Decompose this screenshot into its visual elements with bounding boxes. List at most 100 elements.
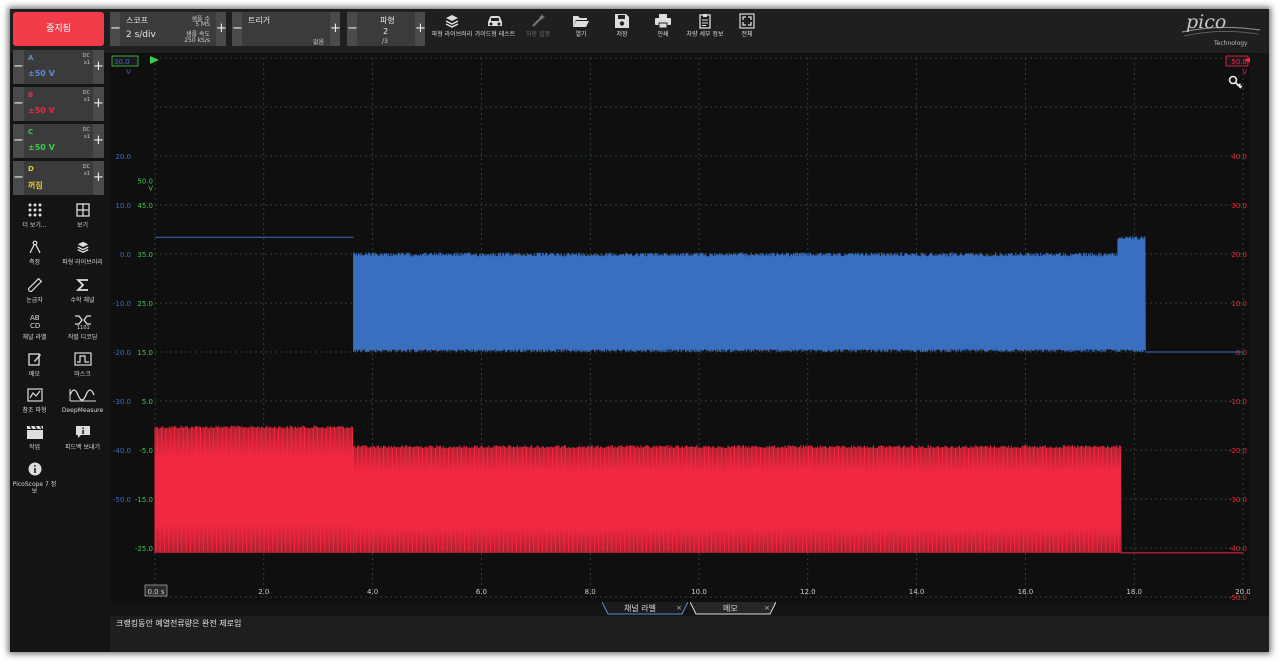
more-grid-icon <box>28 203 41 217</box>
left-axis-tick-c: 5.0 <box>142 398 153 406</box>
x-tick-label: 2.0 <box>258 588 269 596</box>
waveform-title: 파형 <box>380 16 395 25</box>
waveform-chart[interactable]: 0.0 s 2.0 4.0 6.0 8.0 10.0 12.0 14.0 16.0 18.0 20.… <box>110 53 1253 603</box>
channel-d-label[interactable]: D <box>28 165 34 173</box>
channel-d-range-decrease-button[interactable]: − <box>13 161 24 195</box>
reference-waveform-label: 참조 파형 <box>22 407 47 414</box>
timebase-increase-button[interactable]: + <box>216 12 227 46</box>
vehicle-details-button[interactable]: 차량 세부 정보 <box>683 12 727 50</box>
tab-memo-close-icon[interactable]: × <box>764 602 770 615</box>
channel-a-coupling[interactable]: DC x1 <box>83 53 90 67</box>
feedback-icon <box>75 426 90 438</box>
right-axis-top-label: 50.0 <box>1231 58 1247 66</box>
info-icon <box>28 462 41 476</box>
channel-a-coupling-value: DC <box>82 53 90 59</box>
ruler-label: 눈금자 <box>26 297 43 304</box>
vehicle-details-icon <box>699 14 711 29</box>
channel-b-coupling[interactable]: DC x1 <box>83 90 90 104</box>
waveform-library-icon <box>76 241 89 253</box>
about-button[interactable]: PicoScope 7 정보 <box>12 461 57 495</box>
top-toolbar: 중지됨 − 스코프 2 s/div 샘플 수 5 MS 샘플 속도 250 kS… <box>10 9 1269 53</box>
channel-d-range[interactable]: 꺼짐 <box>28 180 43 191</box>
channel-b-range[interactable]: ±50 V <box>28 106 55 115</box>
more-tools-button[interactable]: 더 보기... <box>12 202 57 229</box>
stop-button[interactable]: 중지됨 <box>13 12 104 46</box>
channel-c-label[interactable]: C <box>28 128 33 136</box>
open-button[interactable]: 열기 <box>559 12 603 50</box>
channel-b-coupling-value: DC <box>82 90 90 96</box>
waveform-previous-button[interactable]: − <box>347 12 358 46</box>
waveform-library-button[interactable]: 파형 라이브러리 <box>430 12 474 50</box>
serial-decode-button[interactable]: 1101 직렬 디코딩 <box>60 313 105 341</box>
save-button[interactable]: 저장 <box>600 12 644 50</box>
actions-label: 작업 <box>28 444 41 451</box>
trigger-mode[interactable]: 없음 <box>313 37 324 46</box>
ruler-icon <box>26 277 42 293</box>
view-button[interactable]: 보기 <box>60 202 105 229</box>
samples-value[interactable]: 5 MS <box>195 21 210 28</box>
timebase-value[interactable]: 2 s/div <box>126 30 156 40</box>
channel-c-range[interactable]: ±50 V <box>28 143 55 152</box>
tab-channel-label[interactable]: 채널 라벨 × <box>602 602 688 615</box>
channel-b-range-increase-button[interactable]: + <box>93 87 104 121</box>
print-icon <box>655 14 671 29</box>
logo-subtext: Technology <box>1213 40 1248 47</box>
measure-button[interactable]: 측정 <box>12 239 57 266</box>
send-feedback-button[interactable]: 피드백 보내기 <box>60 424 105 451</box>
fullscreen-button[interactable]: 전체 <box>725 12 769 50</box>
print-button[interactable]: 인쇄 <box>641 12 685 50</box>
auto-setup-button[interactable]: 자동 설정 <box>516 12 560 50</box>
channel-d-range-increase-button[interactable]: + <box>93 161 104 195</box>
tab-channel-label-close-icon[interactable]: × <box>676 602 682 615</box>
sigma-icon <box>75 279 88 291</box>
channel-b-range-decrease-button[interactable]: − <box>13 87 24 121</box>
fullscreen-label: 전체 <box>741 31 753 38</box>
memo-text[interactable]: 크랭킹동안 예열전류량은 완전 제로임 <box>116 618 241 629</box>
channel-c-coupling[interactable]: DC x1 <box>83 127 90 141</box>
channel-c-range-increase-button[interactable]: + <box>93 124 104 158</box>
mask-button[interactable]: 마스크 <box>60 351 105 378</box>
math-channel-button[interactable]: 수학 채널 <box>60 277 105 304</box>
channel-a-label[interactable]: A <box>28 54 33 62</box>
deepmeasure-button[interactable]: DeepMeasure <box>60 387 105 414</box>
waveform-library-tool-button[interactable]: 파형 라이브러리 <box>60 239 105 266</box>
trigger-title: 트리거 <box>248 16 271 25</box>
channel-label-icon: ABCD <box>30 314 40 330</box>
about-label: PicoScope 7 정보 <box>12 481 57 495</box>
trigger-decrease-button[interactable]: − <box>232 12 243 46</box>
tab-memo[interactable]: 메모 × <box>690 602 776 615</box>
channel-c-range-decrease-button[interactable]: − <box>13 124 24 158</box>
channel-a-range-increase-button[interactable]: + <box>93 50 104 84</box>
memo-button[interactable]: 메모 <box>12 351 57 378</box>
channel-label-tool-label: 채널 라벨 <box>22 334 47 341</box>
channel-d-coupling[interactable]: DC x1 <box>83 164 90 178</box>
left-axis-tick-a: -10.0 <box>113 300 131 308</box>
ruler-button[interactable]: 눈금자 <box>12 277 57 304</box>
guided-test-button[interactable]: 가이드형 테스트 <box>473 12 517 50</box>
auto-setup-label: 자동 설정 <box>526 31 550 38</box>
left-axis-tick-c: 15.0 <box>137 349 153 357</box>
waveform-next-button[interactable]: + <box>415 12 426 46</box>
channel-label-button[interactable]: AB CD 채널 라벨 <box>12 313 57 341</box>
memo-panel[interactable]: 크랭킹동안 예열전류량은 완전 제로임 <box>110 616 1269 652</box>
channel-a-range-decrease-button[interactable]: − <box>13 50 24 84</box>
svg-text:CD: CD <box>30 322 40 329</box>
x-tick-label: 12.0 <box>800 588 816 596</box>
trigger-increase-button[interactable]: + <box>330 12 341 46</box>
channel-b-control: − B DC x1 ±50 V + <box>13 87 104 121</box>
oscilloscope-plot[interactable]: 0.0 s 2.0 4.0 6.0 8.0 10.0 12.0 14.0 16.0 18.0 20.… <box>110 53 1253 603</box>
mask-icon <box>73 352 92 366</box>
actions-button[interactable]: 작업 <box>12 424 57 451</box>
left-axis-tick-c: -15.0 <box>135 496 153 504</box>
right-axis-tick: -30.0 <box>1229 496 1247 504</box>
right-axis-tick: 10.0 <box>1231 300 1247 308</box>
reference-waveform-button[interactable]: 참조 파형 <box>12 387 57 414</box>
timebase-decrease-button[interactable]: − <box>110 12 121 46</box>
channel-a-range[interactable]: ±50 V <box>28 69 55 78</box>
more-tools-label: 더 보기... <box>22 222 47 229</box>
left-axis-tick-a: -30.0 <box>113 398 131 406</box>
save-label: 저장 <box>616 31 628 38</box>
channel-b-label[interactable]: B <box>28 91 33 99</box>
trigger-control: − 트리거 없음 + <box>232 12 341 46</box>
channel-d-control: − D DC x1 꺼짐 + <box>13 161 104 195</box>
